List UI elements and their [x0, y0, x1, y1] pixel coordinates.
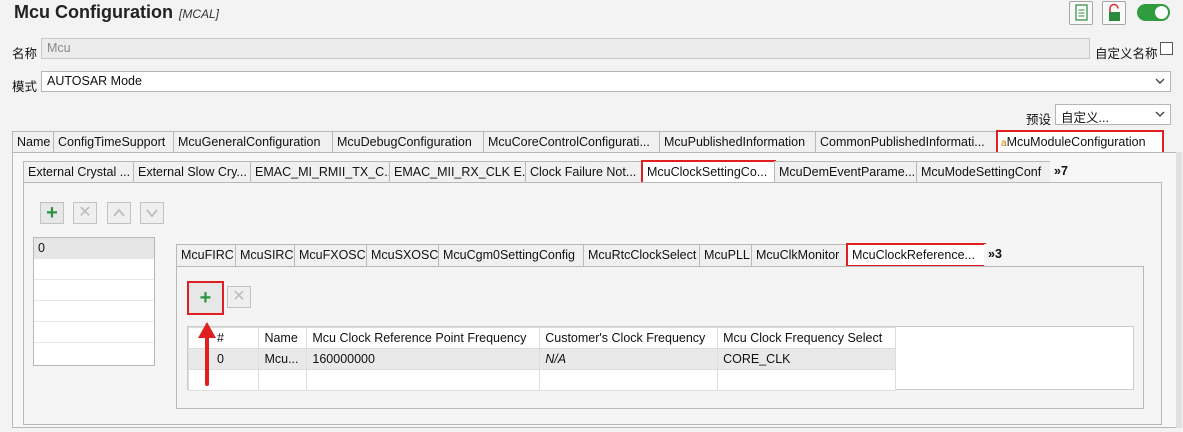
list-item[interactable]: 0 [34, 238, 154, 259]
page-title: Mcu Configuration [MCAL] [14, 2, 219, 23]
column-header-frequency-select: Mcu Clock Frequency Select [717, 327, 896, 349]
move-up-button[interactable] [107, 202, 131, 224]
tab-emac-mi-rmii-tx-clk[interactable]: EMAC_MI_RMII_TX_C... [250, 161, 390, 183]
tab-mcu-module-configuration[interactable]: aMcuModuleConfiguration [996, 130, 1164, 154]
tab-mcu-clk-monitor[interactable]: McuClkMonitor [751, 244, 848, 266]
mode-label: 模式 [12, 80, 38, 94]
chevron-down-icon [1155, 111, 1165, 117]
table-row[interactable]: 0 Mcu... 160000000 N/A CORE_CLK [187, 348, 896, 370]
mode-select-value: AUTOSAR Mode [47, 74, 142, 88]
cell-frequency-select[interactable]: CORE_CLK [717, 348, 896, 370]
annotation-arrow-icon [198, 322, 216, 386]
tab-mcu-fxosc[interactable]: McuFXOSC [294, 244, 367, 266]
column-header-name: Name [258, 327, 308, 349]
tab-config-time-support[interactable]: ConfigTimeSupport [53, 131, 174, 153]
close-icon: ✕ [78, 204, 92, 221]
tab-mcu-dem-event-parameter[interactable]: McuDemEventParame... [774, 161, 917, 183]
main-scrollbar[interactable] [1176, 152, 1182, 428]
cell-customer-frequency[interactable]: N/A [539, 348, 719, 370]
chevron-down-icon [146, 209, 158, 218]
delete-button[interactable]: ✕ [73, 202, 97, 224]
custom-name-checkbox[interactable] [1160, 42, 1173, 55]
list-item-empty [34, 259, 154, 280]
tab-mcu-rtc-clock-select[interactable]: McuRtcClockSelect [583, 244, 700, 266]
add-button[interactable]: + [40, 202, 64, 224]
tab-mcu-pll[interactable]: McuPLL [699, 244, 752, 266]
close-icon: ✕ [232, 288, 246, 305]
tab-mcu-mode-setting-conf[interactable]: McuModeSettingConf [916, 161, 1051, 183]
cell-reference-frequency[interactable]: 160000000 [306, 348, 541, 370]
tab-mcu-core-control-configuration[interactable]: McuCoreControlConfigurati... [483, 131, 660, 153]
tab-mcu-published-information[interactable]: McuPublishedInformation [659, 131, 816, 153]
tab-common-published-information[interactable]: CommonPublishedInformati... [815, 131, 998, 153]
list-item-empty [34, 322, 154, 343]
move-down-button[interactable] [140, 202, 164, 224]
tab-mcu-sxosc[interactable]: McuSXOSC [366, 244, 439, 266]
unlock-icon [1109, 3, 1120, 21]
name-field[interactable]: Mcu [41, 38, 1090, 59]
tab-name[interactable]: Name [12, 131, 54, 153]
page-title-text: Mcu Configuration [14, 2, 173, 22]
instance-list: 0 [33, 237, 155, 366]
add-clock-reference-button[interactable]: + [187, 281, 224, 315]
column-header-customer-frequency: Customer's Clock Frequency [539, 327, 719, 349]
list-item-empty [34, 280, 154, 301]
tab-external-crystal[interactable]: External Crystal ... [23, 161, 134, 183]
tab-mcu-firc[interactable]: McuFIRC [176, 244, 236, 266]
tab-mcu-cgm0-setting-config[interactable]: McuCgm0SettingConfig [438, 244, 584, 266]
sub-tabs-overflow[interactable]: »7 [1050, 161, 1076, 183]
list-item-empty [34, 301, 154, 322]
inner-tab-bar: McuFIRC McuSIRC McuFXOSC McuSXOSC McuCgm… [176, 243, 1008, 267]
plus-icon: + [46, 202, 58, 224]
column-header-reference-frequency: Mcu Clock Reference Point Frequency [306, 327, 541, 349]
tab-mcu-module-configuration-label: McuModuleConfiguration [1006, 135, 1146, 149]
clock-reference-table-container: # Name Mcu Clock Reference Point Frequen… [187, 326, 1134, 391]
inner-tabs-overflow[interactable]: »3 [984, 244, 1008, 266]
mode-select[interactable]: AUTOSAR Mode [41, 71, 1171, 92]
unlock-icon-button[interactable] [1102, 1, 1126, 25]
delete-clock-reference-button[interactable]: ✕ [227, 286, 251, 308]
enable-toggle[interactable] [1137, 4, 1170, 21]
chevron-up-icon [113, 208, 125, 217]
cell-name[interactable]: Mcu... [258, 348, 308, 370]
tab-external-slow-crystal[interactable]: External Slow Cry... [133, 161, 251, 183]
document-icon [1075, 4, 1088, 21]
tab-mcu-clock-reference-point[interactable]: McuClockReference... [846, 243, 986, 267]
tab-mcu-clock-setting-config[interactable]: McuClockSettingCo... [641, 160, 776, 184]
plus-icon: + [199, 287, 212, 309]
clock-reference-table: # Name Mcu Clock Reference Point Frequen… [187, 327, 896, 391]
preset-select[interactable]: 自定义... [1055, 104, 1171, 125]
tab-mcu-debug-configuration[interactable]: McuDebugConfiguration [332, 131, 484, 153]
tab-clock-failure-notification[interactable]: Clock Failure Not... [525, 161, 643, 183]
page-subtitle: [MCAL] [178, 7, 219, 21]
document-icon-button[interactable] [1069, 1, 1093, 25]
table-row-empty [187, 369, 896, 391]
name-label: 名称 [12, 47, 38, 61]
preset-select-value: 自定义... [1061, 111, 1109, 125]
tab-mcu-general-configuration[interactable]: McuGeneralConfiguration [173, 131, 333, 153]
sub-tab-bar: External Crystal ... External Slow Cry..… [23, 160, 1076, 184]
tab-mcu-sirc[interactable]: McuSIRC [235, 244, 295, 266]
chevron-down-icon [1155, 78, 1165, 84]
tab-emac-mii-rx-clk[interactable]: EMAC_MII_RX_CLK E... [389, 161, 526, 183]
main-tab-bar: Name ConfigTimeSupport McuGeneralConfigu… [12, 130, 1164, 154]
preset-label: 预设 [1026, 113, 1052, 127]
custom-name-label: 自定义名称 [1095, 47, 1158, 61]
